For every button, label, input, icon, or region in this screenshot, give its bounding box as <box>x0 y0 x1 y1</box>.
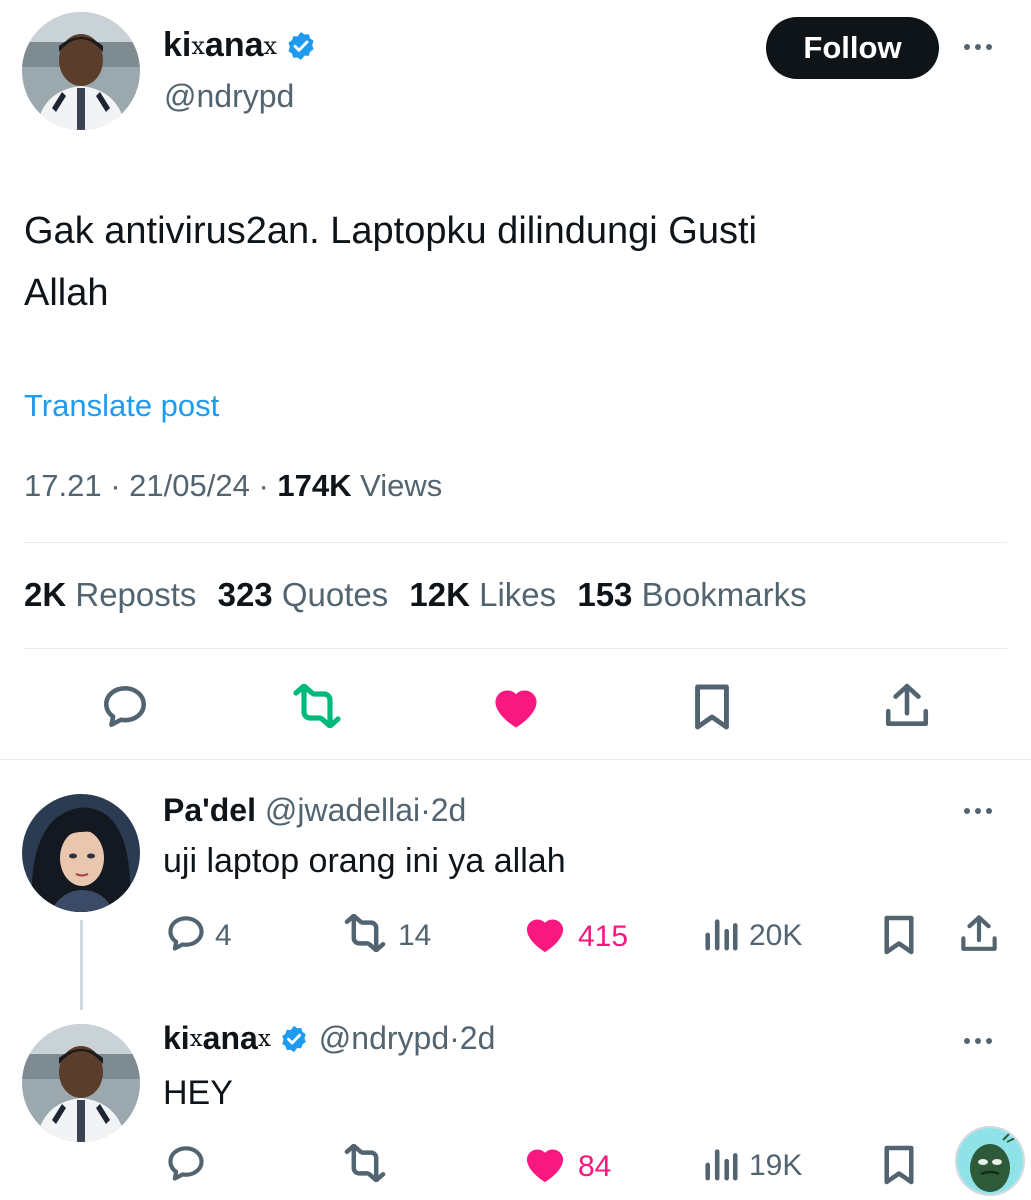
share-icon[interactable] <box>882 682 932 735</box>
bookmark-icon[interactable] <box>882 914 916 961</box>
reply-action-like[interactable]: 415 <box>522 914 628 959</box>
reposts-stat[interactable]: 2K Reposts <box>24 576 206 613</box>
repost-count: 14 <box>398 918 432 952</box>
views-count: 19K <box>749 1148 803 1182</box>
verified-badge-icon <box>285 30 317 62</box>
views-icon <box>703 914 739 957</box>
like-icon[interactable] <box>490 684 542 735</box>
reply-age[interactable]: 2d <box>460 1020 496 1057</box>
reply-author-handle[interactable]: @ndrypd <box>319 1020 449 1057</box>
reposts-count: 2K <box>24 576 67 613</box>
follow-button[interactable]: Follow <box>766 17 939 79</box>
reply-more-icon[interactable] <box>964 1038 992 1044</box>
reply-avatar[interactable] <box>22 1024 140 1142</box>
reply-action-reply[interactable] <box>165 1144 215 1187</box>
reply-author-name[interactable]: ki x ana x <box>163 1020 271 1057</box>
like-icon <box>522 1144 568 1189</box>
thread-line <box>80 920 83 1010</box>
reply-icon <box>165 1144 207 1187</box>
follow-label: Follow <box>803 30 902 65</box>
author-name[interactable]: ki x ana x <box>163 26 317 65</box>
author-name-x-glyph: x <box>257 1025 271 1052</box>
views-icon <box>703 1144 739 1187</box>
repost-icon[interactable] <box>288 683 346 733</box>
like-count: 415 <box>578 919 629 953</box>
post-time: 17.21 <box>24 468 102 503</box>
post-date[interactable]: 21/05/24 <box>129 468 250 503</box>
likes-stat[interactable]: 12K Likes <box>409 576 565 613</box>
reply-more-icon[interactable] <box>964 808 992 814</box>
divider <box>24 542 1007 543</box>
views-count: 174K <box>277 468 352 503</box>
post-stats: 2K Reposts 323 Quotes 12K Likes 153 Book… <box>24 576 807 614</box>
reply-header: ki x ana x @ndrypd · 2d <box>163 1020 495 1057</box>
reply-text: HEY <box>163 1074 233 1112</box>
bookmarks-label: Bookmarks <box>641 576 807 613</box>
reply-text: uji laptop orang ini ya allah <box>163 842 566 880</box>
views-label: Views <box>360 468 443 503</box>
reply-avatar[interactable] <box>22 794 140 912</box>
post-text-line: Gak antivirus2an. Laptopku dilindungi Gu… <box>24 210 758 252</box>
reply-action-like[interactable]: 84 <box>522 1144 611 1189</box>
reply-action-repost[interactable]: 14 <box>340 913 432 957</box>
likes-label: Likes <box>479 576 557 613</box>
reply-action-views[interactable]: 19K <box>703 1144 802 1187</box>
reply-age[interactable]: 2d <box>431 792 467 828</box>
author-avatar[interactable] <box>22 12 140 130</box>
bookmark-icon[interactable] <box>882 1144 916 1191</box>
reply-count: 4 <box>215 918 232 952</box>
reply-icon <box>165 914 207 957</box>
quotes-count: 323 <box>217 576 273 613</box>
bookmark-icon[interactable] <box>692 682 732 737</box>
section-divider <box>0 759 1031 760</box>
reply-separator: · <box>449 1020 460 1056</box>
author-name-part: ana <box>204 26 264 64</box>
likes-count: 12K <box>409 576 470 613</box>
translate-post-link[interactable]: Translate post <box>24 388 219 424</box>
author-name-part: ki <box>163 26 192 64</box>
repost-icon <box>340 913 390 957</box>
meta-separator: · <box>258 468 269 503</box>
reposts-label: Reposts <box>75 576 197 613</box>
reply-author-handle[interactable]: @jwadellai <box>265 792 420 828</box>
share-icon[interactable] <box>958 914 1000 959</box>
post-meta: 17.21 · 21/05/24 · 174K Views <box>24 468 442 504</box>
floating-profile-avatar[interactable] <box>955 1126 1025 1196</box>
like-icon <box>522 914 568 959</box>
author-name-x-glyph: x <box>191 31 205 60</box>
post-text: Gak antivirus2an. Laptopku dilindungi Gu… <box>24 200 757 324</box>
verified-badge-icon <box>279 1024 309 1054</box>
views-count: 20K <box>749 918 803 952</box>
reply-action-views[interactable]: 20K <box>703 914 802 957</box>
reply-author-name[interactable]: Pa'del <box>163 792 256 828</box>
author-name-x-glyph: x <box>189 1025 203 1052</box>
reply-header: Pa'del @jwadellai·2d <box>163 792 466 829</box>
more-options-icon[interactable] <box>964 44 992 50</box>
reply-separator: · <box>420 792 431 828</box>
reply-icon[interactable] <box>100 683 150 734</box>
like-count: 84 <box>578 1149 612 1183</box>
author-name-part: ki <box>163 1020 190 1056</box>
bookmarks-stat[interactable]: 153 Bookmarks <box>577 576 806 613</box>
quotes-label: Quotes <box>281 576 389 613</box>
repost-icon <box>340 1143 390 1187</box>
reply-action-repost[interactable] <box>340 1143 398 1187</box>
quotes-stat[interactable]: 323 Quotes <box>218 576 398 613</box>
meta-separator: · <box>110 468 121 503</box>
reply-action-reply[interactable]: 4 <box>165 914 232 957</box>
divider <box>24 648 1007 649</box>
post-text-line: Allah <box>24 272 109 314</box>
author-handle[interactable]: @ndrypd <box>164 78 294 115</box>
author-name-part: ana <box>202 1020 258 1056</box>
author-name-x-glyph: x <box>263 31 278 60</box>
bookmarks-count: 153 <box>577 576 633 613</box>
